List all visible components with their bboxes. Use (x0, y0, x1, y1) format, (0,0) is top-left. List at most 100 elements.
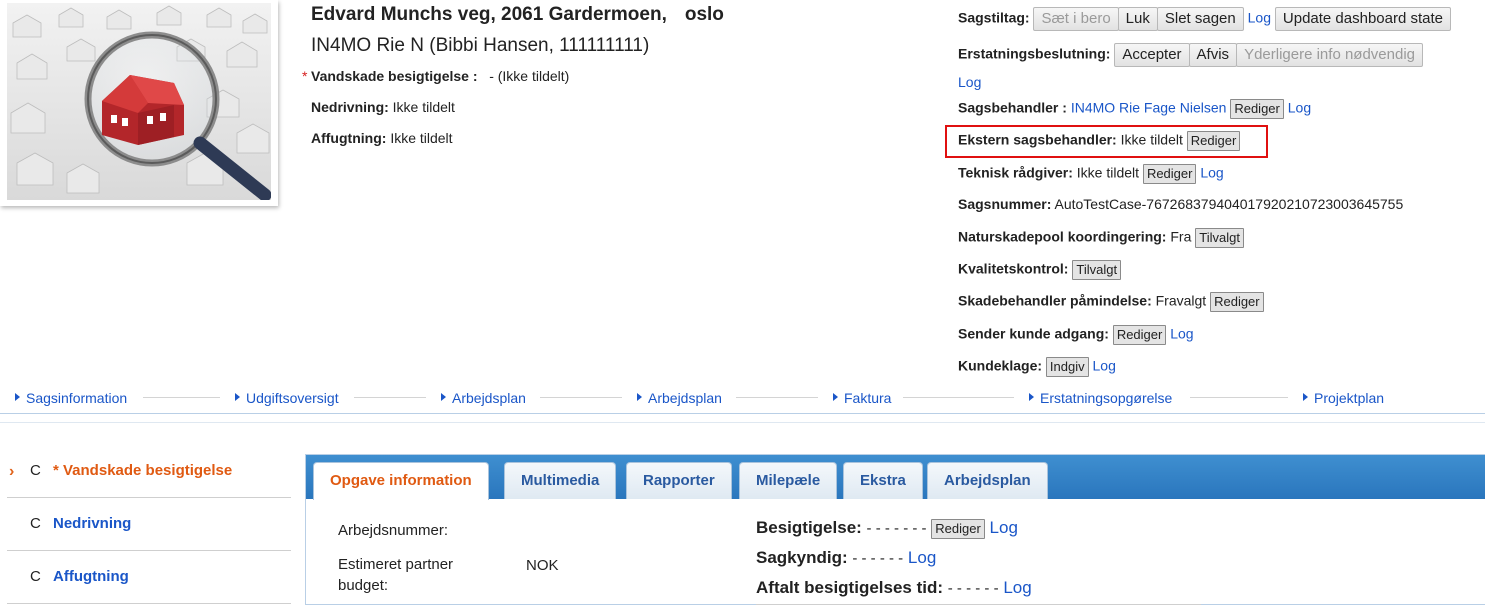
nav-step-sagsinformation[interactable]: Sagsinformation (15, 390, 127, 406)
erstatning-log-link[interactable]: Log (958, 74, 981, 90)
sagkyndig-value: - - - - - - (852, 550, 904, 567)
sagsbehandler-link[interactable]: IN4MO Rie Fage Nielsen (1071, 100, 1227, 116)
update-dashboard-button[interactable]: Update dashboard state (1274, 7, 1452, 31)
ekstern-value: Ikke tildelt (1120, 131, 1183, 148)
task-status: C (30, 462, 41, 479)
nav-label: Arbejdsplan (452, 390, 526, 406)
arrow-right-icon (833, 393, 838, 401)
task-status: C (30, 568, 41, 585)
info-nedrivning: Nedrivning: Ikke tildelt (311, 99, 455, 115)
besigtigelse-log-link[interactable]: Log (990, 518, 1018, 537)
tab-rapporter[interactable]: Rapporter (626, 462, 732, 499)
arrow-right-icon (637, 393, 642, 401)
besigtigelse-rediger-button[interactable]: Rediger (931, 518, 985, 539)
nav-divider (736, 397, 818, 398)
nav-underline (0, 413, 1485, 414)
info-value: Ikke tildelt (392, 99, 455, 115)
naturskade-row: Naturskadepool koordingering: Fra Tilval… (958, 228, 1244, 248)
ekstern-row: Ekstern sagsbehandler: Ikke tildelt Redi… (958, 131, 1241, 151)
sender-row: Sender kunde adgang: Rediger Log (958, 325, 1194, 345)
skadebehandler-row: Skadebehandler påmindelse: Fravalgt Redi… (958, 292, 1264, 312)
task-name: Nedrivning (53, 515, 132, 532)
chevron-right-icon: › (9, 463, 15, 480)
skadebehandler-value: Fravalgt (1155, 292, 1207, 309)
sagstiltag-log-link[interactable]: Log (1248, 10, 1271, 26)
nav-underline-light (0, 422, 1485, 423)
arrow-right-icon (15, 393, 20, 401)
accepter-button[interactable]: Accepter (1114, 43, 1190, 67)
bero-button[interactable]: Sæt i bero (1033, 7, 1119, 31)
kundeklage-indgiv-button[interactable]: Indgiv (1045, 357, 1089, 377)
nav-step-faktura[interactable]: Faktura (833, 390, 891, 406)
yderligere-info-button[interactable]: Yderligere info nødvendig (1236, 43, 1424, 67)
task-item-vandskade[interactable]: › C * Vandskade besigtigelse (7, 446, 291, 498)
nav-step-udgiftsoversigt[interactable]: Udgiftsoversigt (235, 390, 339, 406)
sagsbehandler-row: Sagsbehandler : IN4MO Rie Fage Nielsen R… (958, 99, 1311, 119)
info-value: - (Ikke tildelt) (489, 68, 570, 84)
afvis-button[interactable]: Afvis (1188, 43, 1238, 67)
arrow-right-icon (1029, 393, 1034, 401)
skadebehandler-label: Skadebehandler påmindelse: (958, 292, 1152, 309)
nav-label: Faktura (844, 390, 892, 406)
nav-step-arbejdsplan[interactable]: Arbejdsplan (441, 390, 526, 406)
kvalitet-tilvalgt-button[interactable]: Tilvalgt (1072, 260, 1122, 280)
arbejdsnummer-label: Arbejdsnummer: (338, 522, 449, 539)
nav-label: Projektplan (1314, 390, 1385, 406)
sagstiltag-label: Sagstiltag: (958, 9, 1030, 26)
besigtigelse-value: - - - - - - - (866, 520, 927, 537)
sagsnummer-value: AutoTestCase-767268379404017920210723003… (1054, 196, 1404, 212)
nav-divider (903, 397, 1014, 398)
case-contact: IN4MO Rie N (Bibbi Hansen, 111111111) (311, 35, 650, 56)
nav-step-projektplan[interactable]: Projektplan (1303, 390, 1384, 406)
naturskade-tilvalgt-button[interactable]: Tilvalgt (1195, 228, 1244, 248)
skadebehandler-rediger-button[interactable]: Rediger (1210, 292, 1264, 312)
kvalitet-row: Kvalitetskontrol: Tilvalgt (958, 260, 1122, 280)
nav-divider (354, 397, 426, 398)
task-item-nedrivning[interactable]: C Nedrivning (7, 499, 291, 551)
ekstern-rediger-button[interactable]: Rediger (1186, 131, 1241, 151)
info-label: Nedrivning: (311, 99, 389, 115)
teknisk-rediger-button[interactable]: Rediger (1142, 164, 1197, 184)
tab-opgave-information[interactable]: Opgave information (313, 462, 489, 500)
kundeklage-label: Kundeklage: (958, 357, 1043, 374)
sender-rediger-button[interactable]: Rediger (1112, 325, 1167, 345)
aftalt-log-link[interactable]: Log (1003, 578, 1031, 597)
nav-divider (1190, 397, 1288, 398)
address-text: Edvard Munchs veg, 2061 Gardermoen, (311, 4, 667, 25)
kvalitet-label: Kvalitetskontrol: (958, 260, 1069, 277)
info-label: Vandskade besigtigelse : (311, 68, 478, 84)
aftalt-value: - - - - - - (947, 580, 999, 597)
kundeklage-row: Kundeklage: Indgiv Log (958, 357, 1116, 377)
task-item-affugtning[interactable]: C Affugtning (7, 552, 291, 604)
naturskade-label: Naturskadepool koordingering: (958, 228, 1167, 245)
teknisk-log-link[interactable]: Log (1200, 165, 1223, 181)
slet-sagen-button[interactable]: Slet sagen (1156, 7, 1244, 31)
naturskade-value: Fra (1170, 228, 1192, 245)
tab-arbejdsplan[interactable]: Arbejdsplan (927, 462, 1048, 499)
sagkyndig-log-link[interactable]: Log (908, 548, 936, 567)
task-status: C (30, 515, 41, 532)
nav-label: Sagsinformation (26, 390, 128, 406)
aftalt-row: Aftalt besigtigelses tid: - - - - - - Lo… (756, 578, 1032, 598)
tab-ekstra[interactable]: Ekstra (843, 462, 923, 499)
sagstiltag-buttons: Sæt i bero Luk Slet sagen (1033, 7, 1244, 31)
nav-label: Arbejdsplan (648, 390, 722, 406)
sagsbehandler-rediger-button[interactable]: Rediger (1230, 99, 1284, 119)
sagsbehandler-log-link[interactable]: Log (1288, 100, 1311, 116)
task-name: * Vandskade besigtigelse (53, 462, 233, 479)
sagsnummer-row: Sagsnummer: AutoTestCase-767268379404017… (958, 196, 1403, 212)
teknisk-label: Teknisk rådgiver: (958, 164, 1073, 181)
tab-multimedia[interactable]: Multimedia (504, 462, 617, 499)
luk-button[interactable]: Luk (1117, 7, 1158, 31)
sender-label: Sender kunde adgang: (958, 325, 1109, 342)
arrow-right-icon (235, 393, 240, 401)
nav-divider (143, 397, 220, 398)
teknisk-row: Teknisk rådgiver: Ikke tildelt Rediger L… (958, 164, 1224, 184)
tab-milepaele[interactable]: Milepæle (739, 462, 838, 499)
erstatning-row: Erstatningsbeslutning: Accepter Afvis Yder… (958, 43, 1424, 67)
sender-log-link[interactable]: Log (1170, 326, 1193, 342)
kundeklage-log-link[interactable]: Log (1093, 358, 1116, 374)
nav-step-arbejdsplan-2[interactable]: Arbejdsplan (637, 390, 722, 406)
nav-divider (540, 397, 622, 398)
nav-step-erstatningsopgorelse[interactable]: Erstatningsopgørelse (1029, 390, 1172, 406)
